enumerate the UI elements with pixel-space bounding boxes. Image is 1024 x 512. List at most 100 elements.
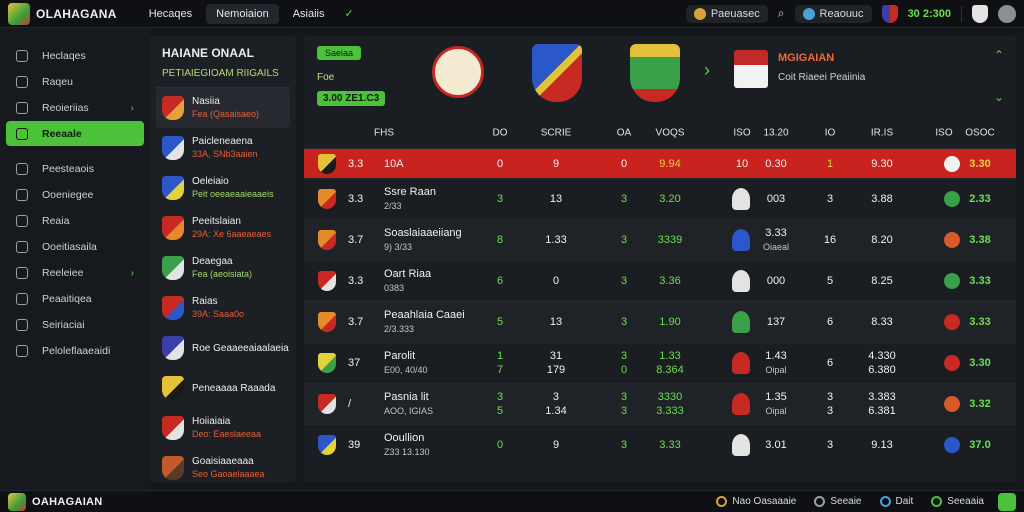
stat-value: 3 bbox=[620, 391, 628, 403]
sidebar-item-8[interactable]: Reeleiee › bbox=[6, 260, 144, 285]
sidebar-item-label: Raqeu bbox=[42, 75, 73, 88]
stat-cell: 5 bbox=[497, 315, 503, 329]
league-item[interactable]: Nasiia Fea (Qasaisaeo) bbox=[156, 88, 290, 128]
tab-0[interactable]: Hecaqes bbox=[139, 4, 202, 24]
status-dot-icon[interactable] bbox=[944, 396, 960, 412]
sidebar-item-4[interactable]: Peesteaois bbox=[6, 156, 144, 181]
stat-value: 3 bbox=[620, 405, 628, 417]
table-row[interactable]: 3.3 10A 0 9 0 9.94 10 0.30 1 9.30 3.30 bbox=[304, 148, 1016, 178]
status-dot-icon[interactable] bbox=[944, 314, 960, 330]
status-dot-icon[interactable] bbox=[944, 437, 960, 453]
sidebar-item-9[interactable]: Peaaitiqea bbox=[6, 286, 144, 311]
sidebar-item-10[interactable]: Seiriaciai bbox=[6, 312, 144, 337]
avatar[interactable] bbox=[998, 4, 1016, 23]
sidebar-divider bbox=[0, 147, 150, 155]
chat-icon[interactable] bbox=[998, 492, 1016, 511]
footer-link[interactable]: Seeaaia bbox=[931, 496, 984, 507]
status-dot-icon[interactable] bbox=[944, 155, 960, 172]
league-item[interactable]: Roe Geaaeeaiaalaeia bbox=[156, 328, 290, 368]
column-header[interactable]: IO bbox=[825, 128, 836, 139]
league-item[interactable]: Raias 39A: Saaa0o bbox=[156, 288, 290, 328]
stat-value: 4.330 bbox=[868, 350, 896, 362]
status-dot-icon[interactable] bbox=[944, 355, 960, 371]
stat-value: 3 bbox=[826, 439, 834, 451]
chevron-right-icon[interactable]: › bbox=[704, 60, 710, 81]
league-item[interactable]: Peneaaaa Raaada bbox=[156, 368, 290, 408]
column-header[interactable]: IR.IS bbox=[871, 128, 893, 139]
search-icon[interactable]: ⌕ bbox=[778, 6, 785, 21]
sidebar-item-3[interactable]: Reeaale bbox=[6, 121, 144, 146]
column-header[interactable]: OA bbox=[617, 128, 631, 139]
league-item[interactable]: Deaegaa Fea (aeoisiata) bbox=[156, 248, 290, 288]
league-item[interactable]: Paicleneaena 33A, SNb3aaien bbox=[156, 128, 290, 168]
column-header[interactable]: 13.20 bbox=[763, 128, 788, 139]
sidebar-item-11[interactable]: Peloleflaaeaidi bbox=[6, 338, 144, 363]
stat-value: 3330 bbox=[657, 391, 683, 403]
column-header[interactable]: ISO bbox=[733, 128, 750, 139]
league-name: Oeleiaio bbox=[192, 176, 229, 187]
team-sub: 2/3.333 bbox=[384, 324, 415, 334]
app-title: OLAHAGANA bbox=[36, 6, 117, 21]
league-item[interactable]: Goaisiaaeaaa Seo Gaoaelaaaea bbox=[156, 448, 290, 488]
chevron-up-icon[interactable]: ⌃ bbox=[994, 48, 1004, 62]
stat-cell: 1.35 Oipal bbox=[765, 390, 786, 418]
sidebar-item-5[interactable]: Ooeniegee bbox=[6, 182, 144, 207]
sidebar-item-label: Heclaqes bbox=[42, 49, 86, 62]
table-row[interactable]: 3.3 Oart Riaa 0383 6 0 3 3.36 000 5 8.25 3.33 bbox=[304, 260, 1016, 301]
column-header[interactable]: OSOC bbox=[965, 128, 994, 139]
odds-value-badge[interactable]: 3.00 ZE1.C3 bbox=[317, 91, 386, 106]
stat-value: 2.33 bbox=[969, 193, 991, 205]
row-position: 3.3 bbox=[348, 193, 364, 205]
status-dot-icon[interactable] bbox=[944, 232, 960, 248]
chevron-down-icon[interactable]: ✓ bbox=[345, 7, 354, 20]
table-row[interactable]: 3.3 Ssre Raan 2/33 3 13 3 3.20 003 3 3.88 2.33 bbox=[304, 178, 1016, 219]
league-item[interactable]: Hoiiaiaia Deo: Eaeslaeeaa bbox=[156, 408, 290, 448]
status-dot-icon[interactable] bbox=[944, 191, 960, 207]
sidebar-item-7[interactable]: Ooeitiasaila bbox=[6, 234, 144, 259]
table-row[interactable]: 39 Ooullion Z33 13.130 0 9 3 3.33 3.01 3 9.13 37.0 bbox=[304, 424, 1016, 465]
chevron-down-icon[interactable]: ⌄ bbox=[994, 90, 1004, 104]
column-header[interactable]: VOQS bbox=[656, 128, 685, 139]
league-meta: 29A: Xe 6aaeaeaes bbox=[192, 229, 272, 239]
league-item[interactable]: Peeitslaian 29A: Xe 6aaeaeaes bbox=[156, 208, 290, 248]
stat-cell: 3.33 Oiaeal bbox=[763, 226, 789, 254]
sidebar-item-0[interactable]: Heclaqes bbox=[6, 43, 144, 68]
footer-link[interactable]: Nao Oasaaaie bbox=[716, 496, 796, 507]
stat-value: 0 bbox=[620, 157, 628, 170]
table-row[interactable]: 3.7 Peaahlaia Caaei 2/3.333 5 13 3 1.90 137 6 8.3… bbox=[304, 301, 1016, 342]
team-name: Parolit bbox=[384, 350, 416, 362]
club-crest-icon bbox=[432, 46, 484, 98]
stat-value: 1.90 bbox=[659, 316, 681, 328]
app-logo-icon[interactable] bbox=[8, 2, 30, 25]
profile-crest-icon[interactable] bbox=[972, 4, 988, 23]
footer-link[interactable]: Dait bbox=[879, 496, 913, 507]
club-crest-icon[interactable] bbox=[881, 4, 898, 23]
table-row[interactable]: 37 Parolit E00, 40/40 1 7 31 179 3 0 1.33 8.364 1.4… bbox=[304, 342, 1016, 383]
coin-button[interactable]: Paeuasec bbox=[685, 4, 768, 23]
sidebar-item-1[interactable]: Raqeu bbox=[6, 69, 144, 94]
tab-1[interactable]: Nemoiaion bbox=[206, 3, 279, 24]
stat-cell: 0 bbox=[497, 157, 503, 171]
league-crest-icon bbox=[162, 416, 184, 440]
team-cell: Soaslaiaaeiiang 9) 3/33 bbox=[384, 226, 462, 254]
table-row[interactable]: 3.7 Soaslaiaaeiiang 9) 3/33 8 1.33 3 3339 3.33 O… bbox=[304, 219, 1016, 260]
row-position: 39 bbox=[348, 439, 361, 451]
tab-2[interactable]: Asiaiis bbox=[283, 4, 335, 24]
sidebar-item-6[interactable]: Reaia bbox=[6, 208, 144, 233]
column-header[interactable]: FHS bbox=[374, 128, 394, 139]
account-button[interactable]: Reaouuc bbox=[794, 4, 872, 23]
stat-cell: 3 bbox=[621, 274, 627, 288]
status-badge[interactable]: Saeiaa bbox=[317, 46, 362, 60]
column-header[interactable]: SCRIE bbox=[541, 128, 572, 139]
stat-value: 3 bbox=[496, 391, 504, 403]
footer-link[interactable]: Seeaie bbox=[814, 496, 862, 507]
status-dot-icon[interactable] bbox=[944, 273, 960, 289]
stat-value: 3.333 bbox=[656, 405, 684, 417]
sidebar-item-2[interactable]: Reoieriias › bbox=[6, 95, 144, 120]
stat-cell: 4.330 6.380 bbox=[868, 349, 896, 377]
column-header[interactable]: ISO bbox=[935, 128, 952, 139]
table-row[interactable]: / Pasnia lit AOO, IGIAS 3 5 3 1.34 3 3 3330 3.333 1… bbox=[304, 383, 1016, 424]
league-item[interactable]: Oeleiaio Peit oeeaeaaieaaeis bbox=[156, 168, 290, 208]
column-header[interactable]: DO bbox=[493, 128, 508, 139]
stat-value: 16 bbox=[823, 234, 837, 246]
